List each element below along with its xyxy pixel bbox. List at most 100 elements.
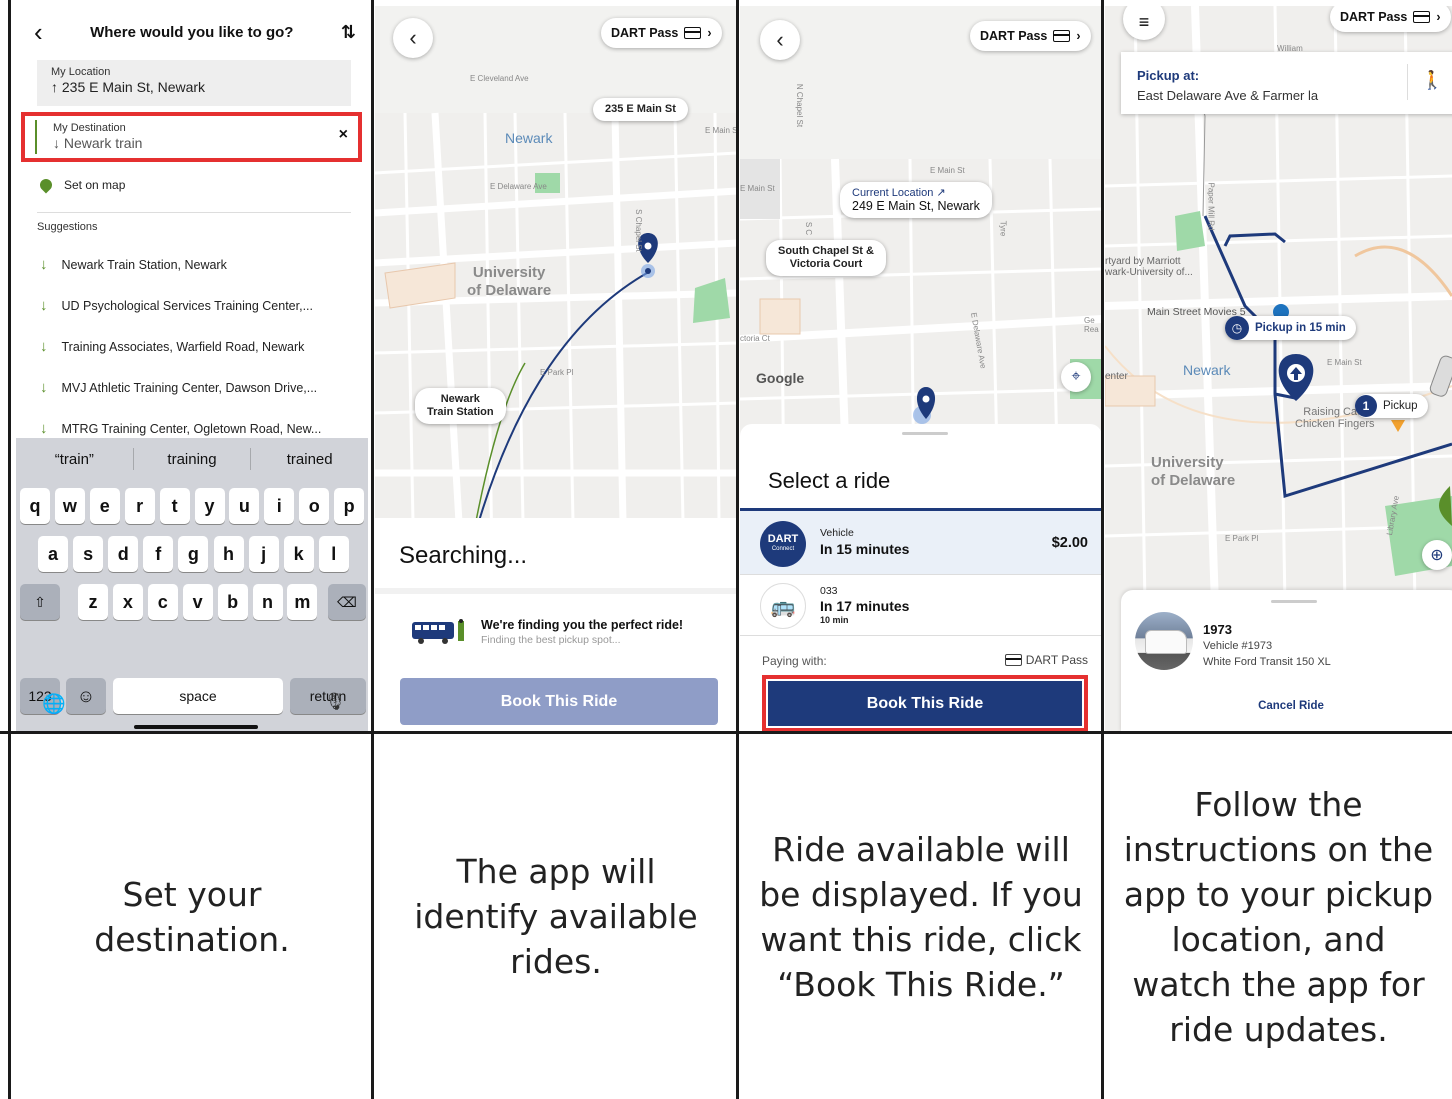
letter-key[interactable]: m bbox=[287, 584, 318, 620]
letter-key[interactable]: x bbox=[112, 584, 143, 620]
letter-key[interactable]: q bbox=[20, 488, 50, 524]
divider bbox=[371, 0, 374, 1099]
prediction-item[interactable]: “train” bbox=[16, 451, 133, 468]
suggestion-item[interactable]: ↓ MTRG Training Center, Ogletown Road, Ne… bbox=[40, 420, 321, 437]
text-cursor bbox=[35, 120, 37, 154]
chevron-right-icon: › bbox=[1076, 29, 1081, 43]
dart-pass-button[interactable]: DART Pass › bbox=[970, 21, 1091, 51]
letter-key[interactable]: j bbox=[248, 536, 279, 572]
payment-method-label: DART Pass bbox=[1025, 653, 1088, 667]
wallet-icon bbox=[684, 27, 702, 39]
letter-key[interactable]: t bbox=[159, 488, 190, 524]
vehicle-id: Vehicle #1973 bbox=[1203, 640, 1273, 652]
dart-pass-button[interactable]: DART Pass › bbox=[601, 18, 722, 48]
letter-key[interactable]: a bbox=[38, 536, 68, 572]
bus-icon bbox=[412, 619, 464, 644]
pickup-label: Pickup at: bbox=[1137, 68, 1200, 83]
letter-key[interactable]: u bbox=[229, 488, 260, 524]
google-logo: Google bbox=[756, 370, 805, 386]
letter-key[interactable]: o bbox=[299, 488, 330, 524]
searching-sheet: Searching... We're finding you the perfe… bbox=[375, 518, 737, 732]
book-ride-button-disabled[interactable]: Book This Ride bbox=[400, 678, 718, 725]
letter-key[interactable]: i bbox=[264, 488, 295, 524]
sheet-handle[interactable] bbox=[1271, 600, 1317, 603]
space-key[interactable]: space bbox=[113, 678, 283, 714]
destination-value: ↓ Newark train bbox=[53, 135, 143, 151]
letter-key[interactable]: g bbox=[178, 536, 209, 572]
backspace-key[interactable]: ⌫ bbox=[328, 584, 366, 620]
letter-key[interactable]: n bbox=[252, 584, 283, 620]
payment-method[interactable]: DART Pass bbox=[1004, 653, 1088, 667]
origin-value: ↑ 235 E Main St, Newark bbox=[51, 79, 206, 95]
prediction-item[interactable]: training bbox=[134, 451, 251, 468]
suggestions-heading: Suggestions bbox=[37, 221, 98, 233]
chevron-left-icon: ‹ bbox=[409, 25, 417, 50]
caption-step-1: Set your destination. bbox=[94, 874, 290, 959]
chevron-left-icon[interactable]: ‹ bbox=[34, 17, 43, 48]
microphone-icon[interactable]: 🎙 bbox=[324, 692, 346, 712]
dart-pass-button[interactable]: DART Pass › bbox=[1330, 6, 1451, 32]
suggestion-item[interactable]: ↓ MVJ Athletic Training Center, Dawson Dr… bbox=[40, 379, 317, 396]
globe-icon[interactable]: 🌐 bbox=[42, 692, 66, 716]
letter-key[interactable]: e bbox=[89, 488, 120, 524]
suggestion-item[interactable]: ↓ Training Associates, Warfield Road, New… bbox=[40, 338, 304, 355]
set-on-map-button[interactable]: Set on map bbox=[37, 176, 125, 194]
book-ride-button[interactable]: Book This Ride bbox=[768, 681, 1082, 726]
suggestion-label: Newark Train Station, Newark bbox=[61, 257, 227, 272]
walking-icon[interactable]: 🚶 bbox=[1421, 70, 1443, 91]
pickup-callout: South Chapel St & Victoria Court bbox=[766, 240, 886, 276]
pickup-location-card: Pickup at: East Delaware Ave & Farmer la… bbox=[1121, 52, 1452, 114]
emoji-key[interactable]: ☺ bbox=[66, 678, 106, 714]
divider bbox=[736, 0, 739, 1099]
origin-field[interactable]: My Location ↑ 235 E Main St, Newark bbox=[37, 60, 351, 106]
street-label: N Chapel St bbox=[795, 83, 805, 128]
letter-key[interactable]: v bbox=[182, 584, 213, 620]
destination-field[interactable]: My Destination ↓ Newark train × bbox=[21, 112, 362, 162]
swap-vertical-icon[interactable]: ⇅ bbox=[341, 22, 356, 43]
destination-label: My Destination bbox=[53, 122, 126, 134]
letter-key[interactable]: p bbox=[334, 488, 365, 524]
back-button[interactable]: ‹ bbox=[393, 18, 433, 58]
suggestion-label: MVJ Athletic Training Center, Dawson Dri… bbox=[61, 380, 318, 395]
sheet-handle[interactable] bbox=[902, 432, 948, 435]
letter-key[interactable]: l bbox=[318, 536, 349, 572]
suggestion-label: MTRG Training Center, Ogletown Road, New… bbox=[61, 421, 322, 436]
ride-option[interactable]: 🚌 033 In 17 minutes 10 min bbox=[740, 574, 1102, 636]
recenter-icon[interactable]: ⊕ bbox=[1422, 540, 1452, 570]
dart-pass-label: DART Pass bbox=[1340, 10, 1408, 24]
letter-key[interactable]: z bbox=[78, 584, 108, 620]
letter-key[interactable]: f bbox=[143, 536, 174, 572]
dart-connect-logo: DART Connect bbox=[760, 521, 806, 567]
letter-key[interactable]: s bbox=[73, 536, 104, 572]
street-label: E Park Pl bbox=[540, 368, 574, 377]
suggestion-item[interactable]: ↓ UD Psychological Services Training Cent… bbox=[40, 297, 313, 314]
street-label: E Park Pl bbox=[1225, 534, 1259, 543]
street-label: Tyre bbox=[998, 220, 1008, 237]
stop-number-badge: 1 bbox=[1355, 395, 1377, 417]
pickup-eta-bubble: ◷ Pickup in 15 min bbox=[1225, 316, 1356, 340]
ride-option-selected[interactable]: DART Connect Vehicle In 15 minutes $2.00 bbox=[740, 508, 1102, 574]
wallet-icon bbox=[1053, 30, 1071, 42]
letter-key[interactable]: r bbox=[124, 488, 155, 524]
letter-key[interactable]: d bbox=[108, 536, 139, 572]
shift-key[interactable]: ⇧ bbox=[20, 584, 60, 620]
locate-me-icon[interactable]: ⌖ bbox=[1061, 362, 1091, 392]
letter-key[interactable]: w bbox=[54, 488, 85, 524]
letter-key[interactable]: y bbox=[194, 488, 225, 524]
close-icon[interactable]: × bbox=[339, 126, 348, 144]
letter-key[interactable]: h bbox=[213, 536, 244, 572]
dart-pass-label: DART Pass bbox=[611, 26, 679, 40]
bus-icon: 🚌 bbox=[760, 583, 806, 629]
screen-set-destination: ‹ Where would you like to go? ⇅ My Locat… bbox=[12, 6, 370, 732]
letter-key[interactable]: b bbox=[217, 584, 248, 620]
cancel-ride-button[interactable]: Cancel Ride bbox=[1121, 700, 1452, 712]
suggestion-item[interactable]: ↓ Newark Train Station, Newark bbox=[40, 256, 227, 273]
keyboard: “train” training trained qwertyuiop asdfg… bbox=[16, 438, 368, 732]
caption-step-2: The app will identify available rides. bbox=[414, 852, 698, 981]
suggestion-label: UD Psychological Services Training Cente… bbox=[61, 298, 314, 313]
back-button[interactable]: ‹ bbox=[760, 20, 800, 60]
letter-key[interactable]: c bbox=[147, 584, 178, 620]
tutorial-frame: ‹ Where would you like to go? ⇅ My Locat… bbox=[0, 0, 1452, 1099]
letter-key[interactable]: k bbox=[283, 536, 314, 572]
prediction-item[interactable]: trained bbox=[251, 451, 368, 468]
